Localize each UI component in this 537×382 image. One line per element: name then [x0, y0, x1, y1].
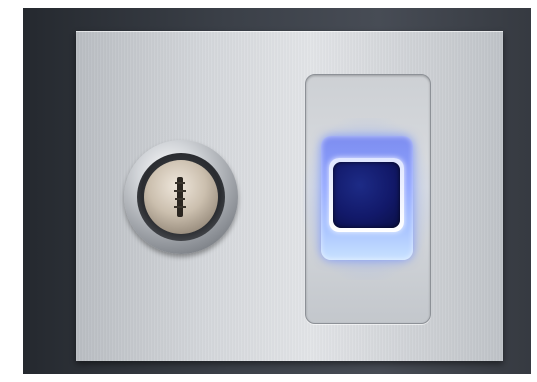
photo-scene — [0, 0, 537, 382]
fingerprint-sensor — [333, 162, 400, 228]
keyway-logo-icon — [174, 177, 186, 217]
